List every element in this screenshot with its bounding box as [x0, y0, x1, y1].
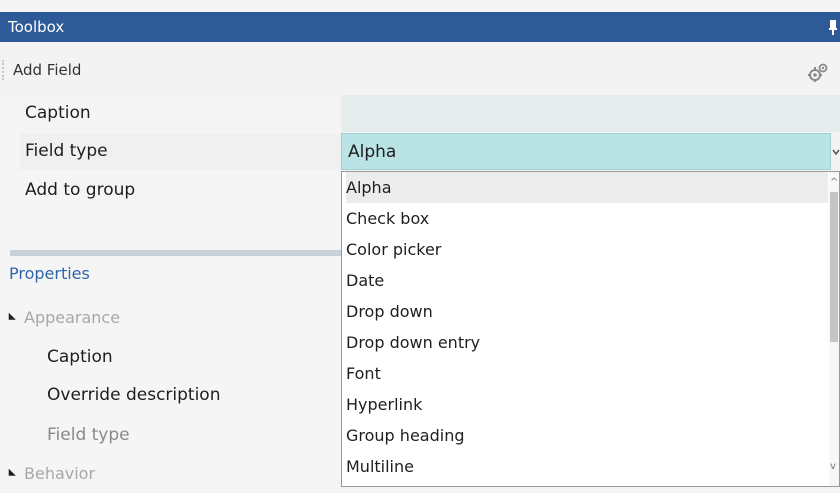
dropdown-option[interactable]: Color picker: [346, 234, 828, 265]
dropdown-option[interactable]: Hyperlink: [346, 389, 828, 420]
scroll-down-icon[interactable]: v: [830, 462, 836, 472]
add-field-title: Add Field: [13, 61, 82, 79]
caption-label: Caption: [25, 103, 91, 123]
toolbar: Add Field: [0, 42, 840, 96]
dropdown-option[interactable]: Drop down: [346, 296, 828, 327]
toolbar-grip[interactable]: [2, 60, 6, 80]
gears-icon[interactable]: [805, 60, 831, 84]
group-label: Appearance: [24, 308, 121, 327]
scroll-up-icon[interactable]: ^: [830, 178, 838, 188]
chevron-down-icon[interactable]: [831, 133, 840, 170]
dropdown-option[interactable]: Date: [346, 265, 828, 296]
field-type-dropdown-list[interactable]: Alpha Check box Color picker Date Drop d…: [341, 171, 840, 487]
scrollbar-thumb[interactable]: [830, 192, 838, 342]
properties-header: Properties: [9, 264, 90, 283]
dropdown-option[interactable]: Font: [346, 358, 828, 389]
caption-input[interactable]: [341, 95, 840, 132]
collapse-triangle-icon[interactable]: [5, 312, 16, 324]
add-to-group-label: Add to group: [25, 180, 136, 200]
field-type-value: Alpha: [348, 142, 397, 162]
dropdown-scrollbar[interactable]: ^ v: [829, 172, 839, 486]
dropdown-option[interactable]: Group heading: [346, 420, 828, 451]
pin-icon[interactable]: [828, 12, 840, 42]
property-override-description[interactable]: Override description: [47, 385, 220, 405]
section-separator: [10, 250, 341, 256]
dropdown-option[interactable]: Alpha: [346, 172, 828, 203]
dropdown-option[interactable]: Drop down entry: [346, 327, 828, 358]
toolbox-title: Toolbox: [8, 18, 65, 36]
collapse-triangle-icon[interactable]: [5, 468, 16, 480]
property-caption[interactable]: Caption: [47, 347, 113, 367]
group-label: Behavior: [24, 464, 96, 483]
group-appearance[interactable]: Appearance: [0, 305, 341, 333]
toolbox-titlebar: Toolbox: [0, 12, 840, 42]
field-type-label: Field type: [25, 141, 108, 161]
dropdown-option[interactable]: Multiline: [346, 451, 828, 482]
dropdown-option[interactable]: Check box: [346, 203, 828, 234]
group-behavior[interactable]: Behavior: [0, 461, 341, 489]
property-field-type[interactable]: Field type: [47, 425, 130, 445]
field-type-select[interactable]: Alpha: [341, 133, 831, 170]
toolbox-window: Toolbox Add Field Caption Field type Alp…: [0, 0, 840, 493]
